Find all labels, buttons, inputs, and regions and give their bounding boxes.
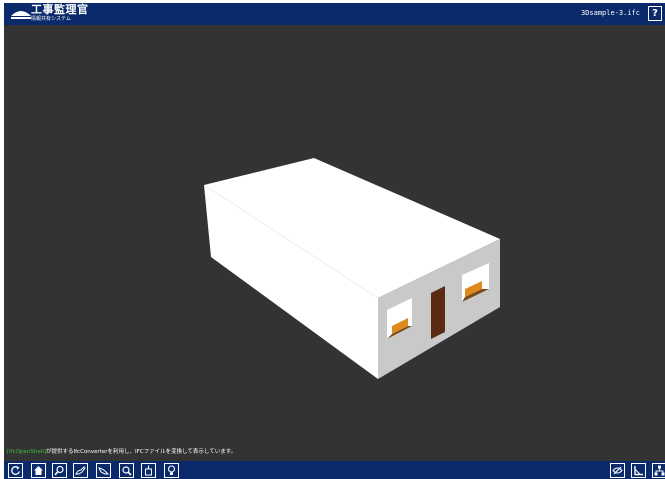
visibility-button[interactable] — [610, 463, 625, 478]
app-subtitle: 情報共有システム — [31, 16, 71, 22]
visibility-icon — [612, 466, 623, 475]
info-message: [IfcOpenShell]が提供するIfcConverterを利用し、IFCフ… — [7, 449, 236, 456]
ifcopenshell-link[interactable]: [IfcOpenShell] — [7, 449, 46, 455]
help-button[interactable]: ? — [648, 6, 662, 21]
tree-icon — [654, 465, 665, 476]
fit-button[interactable] — [119, 463, 134, 478]
info-text: が提供するIfcConverterを利用し、IFCファイルを変換して表示していま… — [45, 449, 237, 455]
zoom-icon — [54, 465, 64, 476]
zoom-button[interactable] — [52, 463, 67, 478]
header-bar: 工事監理官 情報共有システム 3Dsample-3.ifc ? — [4, 3, 665, 25]
light-button[interactable] — [164, 463, 179, 478]
rotate-button[interactable] — [8, 463, 23, 478]
light-icon — [167, 465, 176, 475]
pan-icon — [75, 466, 86, 475]
bottom-toolbar — [4, 461, 665, 479]
home-button[interactable] — [31, 463, 46, 478]
measure-button[interactable] — [631, 463, 646, 478]
file-name: 3Dsample-3.ifc — [580, 9, 640, 17]
fit-icon — [122, 466, 132, 476]
tree-button[interactable] — [652, 463, 665, 478]
door — [431, 286, 445, 339]
3d-viewport[interactable] — [4, 25, 665, 461]
orbit-button[interactable] — [96, 463, 111, 478]
home-icon — [34, 466, 43, 475]
pan-button[interactable] — [73, 463, 88, 478]
app-window: 工事監理官 情報共有システム 3Dsample-3.ifc ? [IfcOpen… — [4, 3, 665, 479]
section-button[interactable] — [141, 463, 156, 478]
app-title: 工事監理官 — [31, 3, 89, 16]
logo-icon — [11, 11, 31, 19]
measure-icon — [634, 466, 643, 476]
orbit-icon — [98, 467, 109, 475]
rotate-icon — [11, 466, 20, 475]
section-icon — [145, 465, 152, 476]
